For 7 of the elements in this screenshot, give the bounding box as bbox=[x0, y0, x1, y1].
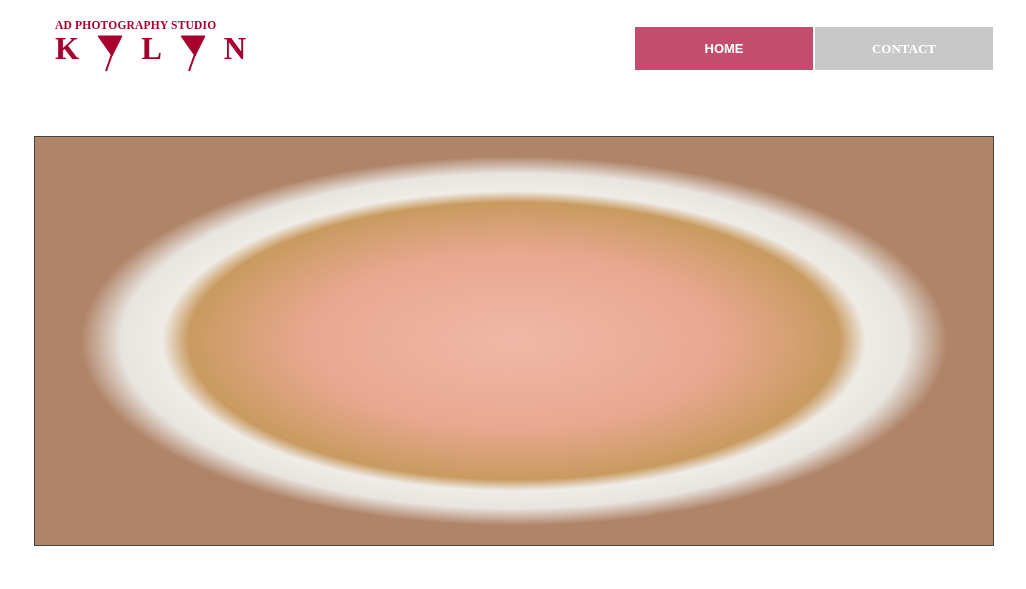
nav-tab[interactable]: HOME bbox=[635, 27, 813, 70]
logo-letter: L bbox=[141, 34, 162, 64]
logo-letter: N bbox=[223, 34, 247, 64]
logo-tagline: AD PHOTOGRAPHY STUDIO bbox=[55, 19, 218, 32]
logo-letter: K bbox=[55, 34, 80, 64]
triangle-icon bbox=[97, 34, 124, 72]
triangle-icon bbox=[179, 34, 206, 72]
